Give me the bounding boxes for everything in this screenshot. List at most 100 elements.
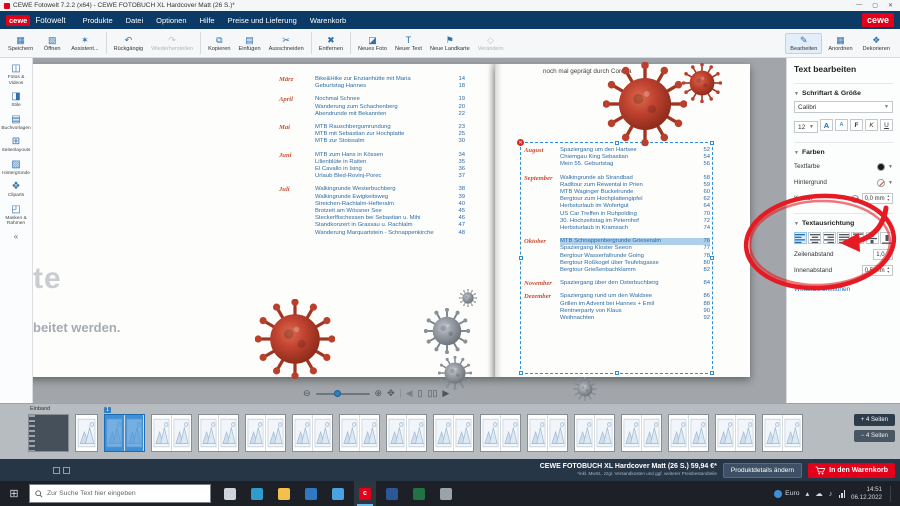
filmstrip-spread-thumbnail[interactable] <box>151 414 192 452</box>
toolbar-button-assistent[interactable]: ✶Assistent... <box>67 34 102 53</box>
word-taskbar-button[interactable] <box>381 481 403 506</box>
remove-pages-button[interactable]: − 4 Seiten <box>854 430 895 442</box>
product-details-button[interactable]: Produktdetails ändern <box>723 463 802 478</box>
volume-icon[interactable]: ♪ <box>829 490 833 498</box>
decrease-font-button[interactable]: A <box>835 119 848 131</box>
filmstrip-spread-thumbnail[interactable] <box>339 414 380 452</box>
toolbar-button-neue-landkarte[interactable]: ⚑Neue Landkarte <box>426 34 474 53</box>
valign-middle-icon[interactable] <box>866 232 879 244</box>
valign-bottom-icon[interactable] <box>880 232 893 244</box>
italic-button[interactable]: K <box>865 119 878 131</box>
align-right-icon[interactable] <box>823 232 836 244</box>
single-page-view-icon[interactable]: ▯ <box>418 389 423 398</box>
spinner-arrows-icon[interactable]: ▲▼ <box>887 251 890 257</box>
font-size-select[interactable]: 12 ▼ <box>794 121 818 133</box>
selection-handle[interactable] <box>519 371 523 375</box>
valign-top-icon[interactable] <box>851 232 864 244</box>
underline-button[interactable]: U <box>880 119 893 131</box>
editor-canvas[interactable]: te beitet werden. MärzBike&Hike zur Enzi… <box>33 58 786 403</box>
network-icon[interactable] <box>839 490 846 498</box>
filmstrip-spread-thumbnail[interactable] <box>715 414 756 452</box>
photos-app-taskbar-button[interactable] <box>327 481 349 506</box>
zoom-slider[interactable] <box>316 393 370 395</box>
settings-taskbar-button[interactable] <box>435 481 457 506</box>
mode-tab-dekorieren[interactable]: ❖Dekorieren <box>859 34 894 53</box>
toolbar-button-ver-ndern[interactable]: ◇Verändern <box>474 34 508 53</box>
add-pages-button[interactable]: + 4 Seiten <box>854 414 895 426</box>
menu-item-preise-und-lieferung[interactable]: Preise und Lieferung <box>228 16 297 25</box>
mode-tab-anordnen[interactable]: ▦Anordnen <box>824 34 856 53</box>
align-center-icon[interactable] <box>808 232 821 244</box>
spinner-arrows-icon[interactable]: ▲▼ <box>887 267 890 273</box>
view-option-icon[interactable] <box>53 467 60 474</box>
sidebar-item-hintergr-nde[interactable]: ▨Hintergründe <box>0 157 32 180</box>
zoom-slider-knob[interactable] <box>334 390 341 397</box>
section-font[interactable]: ▼ Schriftart & Größe <box>794 83 893 97</box>
sidebar-item-seitenlayouts[interactable]: ⊞Seitenlayouts <box>0 134 32 157</box>
selection-handle[interactable] <box>710 141 714 145</box>
filmstrip-page-thumbnail[interactable] <box>75 414 98 452</box>
more-functions-link[interactable]: Weitere Funktionen <box>794 286 893 293</box>
fit-page-icon[interactable]: ✥ <box>387 389 395 398</box>
minimize-icon[interactable]: — <box>856 2 862 9</box>
filmstrip-spread-thumbnail[interactable] <box>433 414 474 452</box>
excel-taskbar-button[interactable] <box>408 481 430 506</box>
sidebar-item-cliparts[interactable]: ❖Cliparts <box>0 179 32 202</box>
sidebar-item-stile[interactable]: ◨Stile <box>0 89 32 112</box>
selection-handle[interactable] <box>710 371 714 375</box>
chevron-down-icon[interactable]: ▼ <box>888 164 893 170</box>
filmstrip-spread-thumbnail[interactable] <box>198 414 239 452</box>
task-view-taskbar-button[interactable] <box>219 481 241 506</box>
toolbar-button-entfernen[interactable]: ✖Entfernen <box>315 34 347 53</box>
color-swatch-black[interactable] <box>877 163 885 171</box>
sidebar-item-fotos-videos[interactable]: ◫Fotos & Videos <box>0 61 32 89</box>
filmstrip-spread-thumbnail[interactable] <box>621 414 662 452</box>
add-to-cart-button[interactable]: In den Warenkorb <box>808 463 895 478</box>
menu-item-warenkorb[interactable]: Warenkorb <box>310 16 346 25</box>
delete-handle-icon[interactable]: ✕ <box>516 138 525 147</box>
notification-center-button[interactable] <box>890 486 895 502</box>
menu-item-optionen[interactable]: Optionen <box>156 16 186 25</box>
toolbar-button-neues-foto[interactable]: ◪Neues Foto <box>354 34 391 53</box>
next-page-button[interactable]: ▶ <box>442 389 449 398</box>
left-toc-text[interactable]: MärzBike&Hike zur Enzianhütte mit Maria1… <box>279 76 465 243</box>
spread-view-icon[interactable]: ▯▯ <box>428 389 438 398</box>
close-icon[interactable]: ✕ <box>888 2 893 9</box>
align-left-icon[interactable] <box>794 232 807 244</box>
filmstrip-current-spread-thumbnail[interactable]: 1 <box>104 414 145 452</box>
taskbar-search-input[interactable]: Zur Suche Text hier eingeben <box>29 484 211 503</box>
color-swatch-none[interactable] <box>877 179 885 187</box>
inner-padding-spinner[interactable]: 0,5 mm ▲▼ <box>862 265 893 276</box>
maximize-icon[interactable]: ▢ <box>872 2 878 9</box>
onedrive-cloud-icon[interactable]: ☁ <box>815 490 823 498</box>
increase-font-button[interactable]: A <box>820 119 833 131</box>
toolbar-button-ffnen[interactable]: ▧Öffnen <box>37 34 67 53</box>
toolbar-button-einf-gen[interactable]: ▤Einfügen <box>235 34 265 53</box>
selection-handle[interactable] <box>519 256 523 260</box>
menu-item-produkte[interactable]: Produkte <box>83 16 113 25</box>
outline-width-spinner[interactable]: 0,0 mm▲▼ <box>862 193 893 204</box>
prev-page-button[interactable]: ◀ <box>406 389 413 398</box>
filmstrip-spread-thumbnail[interactable] <box>292 414 333 452</box>
menu-item-hilfe[interactable]: Hilfe <box>200 16 215 25</box>
toolbar-button-kopieren[interactable]: ⧉Kopieren <box>204 34 234 53</box>
toolbar-button-wiederherstellen[interactable]: ↷Wiederherstellen <box>147 34 197 53</box>
outlook-taskbar-button[interactable] <box>300 481 322 506</box>
toolbar-button-neuer-text[interactable]: TNeuer Text <box>391 34 426 53</box>
toolbar-button-speichern[interactable]: ▦Speichern <box>4 34 37 53</box>
filmstrip-spread-thumbnail[interactable] <box>480 414 521 452</box>
filmstrip-spread-thumbnail[interactable] <box>245 414 286 452</box>
news-widget[interactable]: Euro <box>774 490 799 498</box>
filmstrip-cover-thumbnail[interactable] <box>28 414 69 452</box>
toolbar-button-ausschneiden[interactable]: ✂Ausschneiden <box>265 34 308 53</box>
zoom-out-icon[interactable]: ⊖ <box>303 389 311 398</box>
bold-button[interactable]: F <box>850 119 863 131</box>
selection-handle[interactable] <box>710 256 714 260</box>
mode-tab-bearbeiten[interactable]: ✎Bearbeiten <box>785 33 822 54</box>
chevron-down-icon[interactable]: ▼ <box>888 180 893 186</box>
spinner-arrows-icon[interactable]: ▲▼ <box>887 195 890 201</box>
line-spacing-spinner[interactable]: 1,0 ▲▼ <box>873 249 893 260</box>
font-family-select[interactable]: Calibri ▼ <box>794 101 893 113</box>
tray-expand-icon[interactable]: ▴ <box>806 490 810 498</box>
taskbar-clock[interactable]: 14:51 06.12.2022 <box>851 486 882 502</box>
